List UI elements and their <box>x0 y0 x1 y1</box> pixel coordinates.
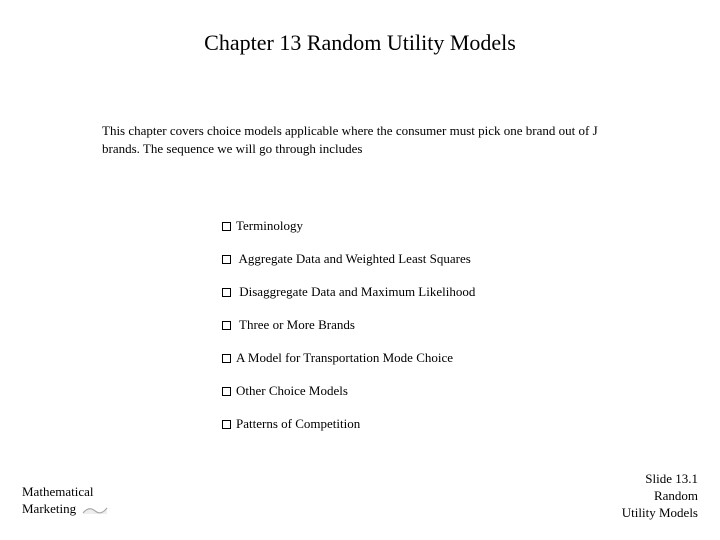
footer-text: Mathematical <box>22 484 108 501</box>
list-item: Disaggregate Data and Maximum Likelihood <box>222 284 475 300</box>
footer-text: Marketing <box>22 501 76 518</box>
footer-right: Slide 13.1 Random Utility Models <box>622 471 698 522</box>
list-item: Terminology <box>222 218 475 234</box>
slide-title: Chapter 13 Random Utility Models <box>0 30 720 56</box>
square-bullet-icon <box>222 420 231 429</box>
square-bullet-icon <box>222 321 231 330</box>
footer-text: Utility Models <box>622 505 698 522</box>
curve-icon <box>82 504 108 516</box>
bullet-text: Aggregate Data and Weighted Least Square… <box>236 251 471 266</box>
square-bullet-icon <box>222 288 231 297</box>
bullet-list: Terminology Aggregate Data and Weighted … <box>222 218 475 432</box>
list-item: Other Choice Models <box>222 383 475 399</box>
footer-text: Random <box>622 488 698 505</box>
bullet-text: Other Choice Models <box>236 383 348 398</box>
bullet-text: Three or More Brands <box>236 317 355 332</box>
intro-text: This chapter covers choice models applic… <box>102 122 602 157</box>
slide-number: Slide 13.1 <box>622 471 698 488</box>
list-item: Three or More Brands <box>222 317 475 333</box>
list-item: Aggregate Data and Weighted Least Square… <box>222 251 475 267</box>
bullet-text: Disaggregate Data and Maximum Likelihood <box>236 284 475 299</box>
list-item: Patterns of Competition <box>222 416 475 432</box>
square-bullet-icon <box>222 354 231 363</box>
bullet-text: Terminology <box>236 218 303 233</box>
footer-left: Mathematical Marketing <box>22 484 108 518</box>
bullet-text: A Model for Transportation Mode Choice <box>236 350 453 365</box>
square-bullet-icon <box>222 255 231 264</box>
slide: Chapter 13 Random Utility Models This ch… <box>0 0 720 540</box>
square-bullet-icon <box>222 222 231 231</box>
square-bullet-icon <box>222 387 231 396</box>
bullet-text: Patterns of Competition <box>236 416 360 431</box>
list-item: A Model for Transportation Mode Choice <box>222 350 475 366</box>
